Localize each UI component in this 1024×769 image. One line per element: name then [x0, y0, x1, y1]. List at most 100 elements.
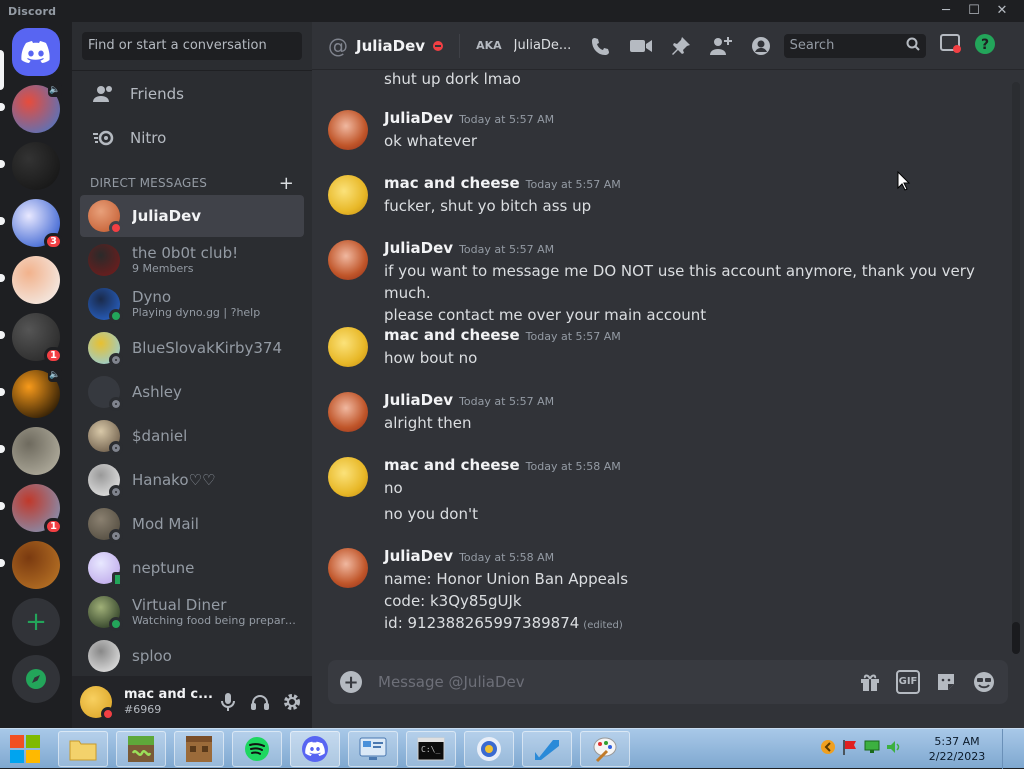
mute-microphone-icon[interactable] [216, 690, 240, 714]
message-text: how bout no [384, 347, 1008, 369]
message-group: JuliaDev Today at 5:57 AM if you want to m… [328, 238, 1008, 326]
taskbar-control-panel[interactable] [348, 730, 398, 767]
message-author[interactable]: mac and cheese [384, 174, 520, 192]
message-avatar[interactable] [328, 110, 368, 150]
server-icon-3[interactable]: 3 [0, 199, 63, 250]
dm-item[interactable]: the 0b0t club! 9 Members [80, 239, 304, 281]
dm-sidebar: Find or start a conversation Friends Nit… [72, 22, 312, 728]
status-indicator [109, 221, 123, 235]
dm-name: Mod Mail [132, 515, 199, 533]
message-scrollbar-thumb[interactable] [1012, 622, 1020, 654]
gif-picker-button[interactable]: GIF [896, 670, 920, 694]
message-author[interactable]: JuliaDev [384, 547, 453, 565]
at-sign-icon: @ [328, 33, 348, 58]
dm-item[interactable]: Mod Mail [80, 503, 304, 545]
taskbar-spotify[interactable] [232, 730, 282, 767]
taskbar-file-explorer[interactable] [58, 730, 108, 767]
message-author[interactable]: mac and cheese [384, 326, 520, 344]
dm-item[interactable]: Ashley [80, 371, 304, 413]
action-center-flag-icon[interactable] [842, 739, 858, 759]
show-desktop-button[interactable] [1002, 728, 1014, 769]
message-text-content: please contact me over your main account [384, 306, 707, 324]
dm-name: Virtual Diner [132, 596, 227, 614]
message-scrollbar-track[interactable] [1012, 82, 1020, 652]
taskbar-fast-folder[interactable] [522, 730, 572, 767]
dm-item[interactable]: Virtual Diner Watching food being prepare… [80, 591, 304, 633]
user-settings-gear-icon[interactable] [280, 690, 304, 714]
server-icon-4[interactable] [0, 256, 60, 304]
attach-plus-icon[interactable]: + [340, 671, 362, 693]
volume-icon[interactable] [886, 739, 902, 759]
explore-servers-button[interactable] [12, 655, 60, 703]
message-author[interactable]: JuliaDev [384, 239, 453, 257]
dm-recipient-name[interactable]: JuliaDev [356, 37, 425, 55]
dm-item[interactable]: BlueSlovakKirby374 [80, 327, 304, 369]
message-avatar[interactable] [328, 327, 368, 367]
message-avatar[interactable] [328, 392, 368, 432]
taskbar-minecraft[interactable] [174, 730, 224, 767]
server-icon-8[interactable]: 1 [0, 484, 63, 535]
server-icon-2[interactable] [0, 142, 60, 190]
home-button[interactable] [12, 28, 60, 76]
nav-nitro-label: Nitro [130, 129, 167, 147]
create-dm-icon[interactable]: + [279, 173, 294, 194]
message-avatar[interactable] [328, 457, 368, 497]
message-text: alright then [384, 412, 1008, 434]
message-author[interactable]: JuliaDev [384, 391, 453, 409]
taskbar-paint[interactable] [580, 730, 630, 767]
server-icon-5[interactable]: 1 [0, 313, 63, 364]
message-input[interactable] [378, 673, 858, 691]
message-timestamp: Today at 5:57 AM [525, 178, 621, 191]
taskbar-game[interactable] [464, 730, 514, 767]
clock-date: 2/22/2023 [928, 749, 986, 763]
dm-item[interactable]: sploo [80, 635, 304, 677]
server-icon-7[interactable] [0, 427, 60, 475]
dm-item[interactable]: neptune [80, 547, 304, 589]
dm-item[interactable]: $daniel [80, 415, 304, 457]
pinned-messages-icon[interactable] [668, 34, 694, 58]
nav-nitro[interactable]: Nitro [80, 117, 304, 159]
maximize-button[interactable]: ☐ [960, 0, 988, 22]
user-profile-icon[interactable] [748, 34, 774, 58]
dm-item[interactable]: Dyno Playing dyno.gg | ?help [80, 283, 304, 325]
taskbar-command-prompt[interactable]: C:\_ [406, 730, 456, 767]
message-avatar[interactable] [328, 240, 368, 280]
dm-avatar [88, 376, 123, 411]
svg-text:?: ? [981, 37, 989, 53]
sticker-icon[interactable] [934, 670, 958, 694]
taskbar-minecraft-launcher[interactable] [116, 730, 166, 767]
aka-name[interactable]: JuliaDe... [514, 38, 572, 53]
server-icon-9[interactable] [0, 541, 60, 589]
gift-icon[interactable] [858, 670, 882, 694]
show-hidden-icons-icon[interactable] [820, 739, 836, 759]
start-button[interactable] [0, 730, 50, 768]
server-icon-6[interactable]: 🔈 [0, 368, 62, 418]
user-info[interactable]: mac and c... #6969 [124, 687, 213, 717]
dm-item[interactable]: Hanako♡♡ [80, 459, 304, 501]
dm-item[interactable]: JuliaDev✕ [80, 195, 304, 237]
message-author[interactable]: JuliaDev [384, 109, 453, 127]
dm-text: Mod Mail [132, 515, 199, 533]
server-icon-1[interactable]: 🔈 [0, 83, 62, 133]
add-server-button[interactable]: + [12, 598, 60, 646]
add-friends-to-dm-icon[interactable] [708, 34, 734, 58]
message-author[interactable]: mac and cheese [384, 456, 520, 474]
message-avatar[interactable] [328, 548, 368, 588]
inbox-icon[interactable] [939, 33, 962, 58]
clock[interactable]: 5:37 AM 2/22/2023 [922, 734, 992, 764]
network-icon[interactable] [864, 739, 880, 759]
video-call-icon[interactable] [628, 34, 654, 58]
deafen-headphones-icon[interactable] [248, 690, 272, 714]
message-avatar[interactable] [328, 175, 368, 215]
find-conversation-button[interactable]: Find or start a conversation [82, 32, 302, 60]
nav-friends[interactable]: Friends [80, 73, 304, 115]
clock-time: 5:37 AM [934, 734, 980, 748]
voice-call-icon[interactable] [588, 34, 614, 58]
user-avatar[interactable] [80, 686, 115, 721]
help-icon[interactable]: ? [974, 33, 996, 59]
close-button[interactable]: ✕ [988, 0, 1016, 22]
emoji-icon[interactable] [972, 670, 996, 694]
header-search-input[interactable]: Search [783, 33, 926, 58]
minimize-button[interactable]: ─ [932, 0, 960, 22]
taskbar-discord[interactable] [290, 730, 340, 767]
